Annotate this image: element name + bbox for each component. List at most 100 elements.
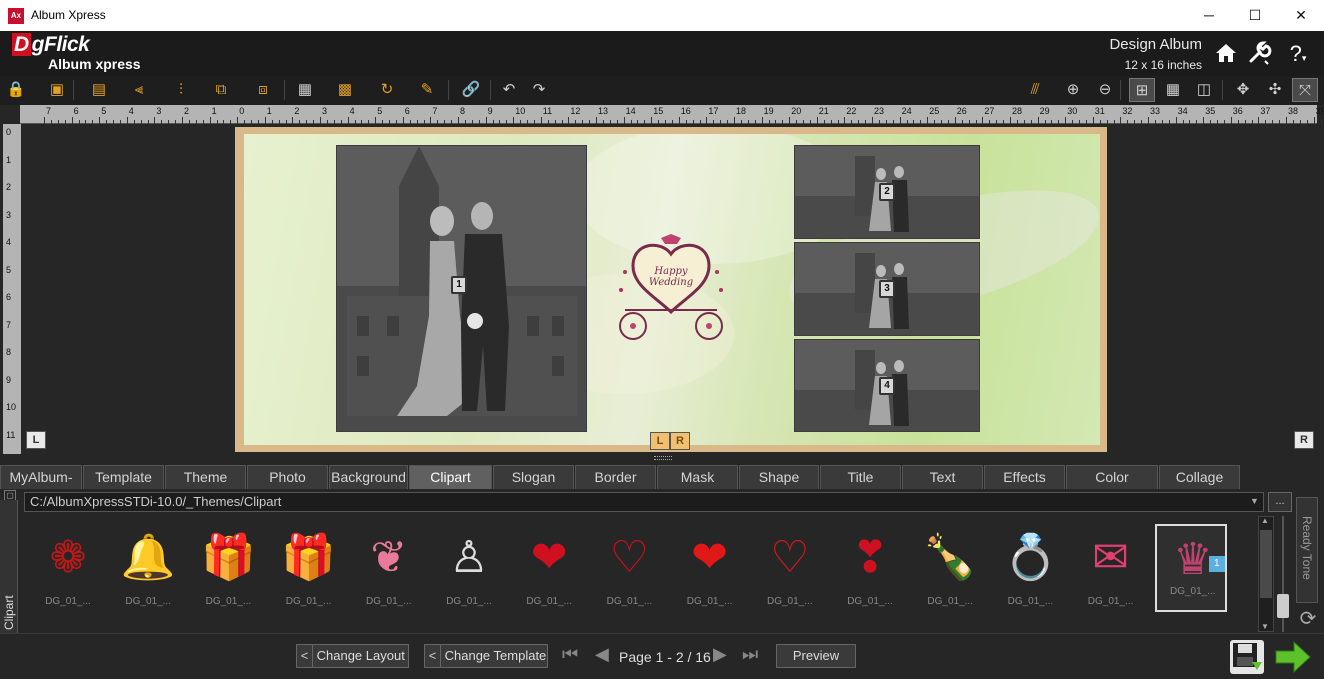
clipart-thumb[interactable]: ✉ DG_01_... [1075,524,1147,612]
clipart-thumb[interactable]: 🎁 DG_01_... [273,524,345,612]
chevron-left-icon: < [425,645,441,667]
tab-myalbum-001[interactable]: MyAlbum-001 [0,465,82,508]
maximize-button[interactable]: ☐ [1232,0,1278,31]
refresh-icon[interactable]: ⟳ [1296,606,1320,630]
clipart-thumb[interactable]: 💍 DG_01_... [994,524,1066,612]
clipart-thumb[interactable]: ♙ DG_01_... [433,524,505,612]
scroll-down-icon[interactable]: ▼ [1261,622,1269,631]
clipart-thumb[interactable]: ♡ DG_01_... [593,524,665,612]
clipart-thumb[interactable]: ♛ DG_01_... 1 [1154,524,1227,612]
layer-icon[interactable]: ▤ [86,78,112,102]
split-view-icon[interactable]: ◫ [1191,78,1217,102]
clipart-thumb[interactable]: ❁ DG_01_... [32,524,104,612]
prev-page-icon[interactable]: ◀ [595,644,609,665]
close-button[interactable]: ✕ [1278,0,1324,31]
tab-effects[interactable]: Effects [984,465,1065,489]
tab-template[interactable]: Template [83,465,164,489]
tab-shape[interactable]: Shape [739,465,819,489]
clipart-text-line1: Happy [654,266,688,277]
group-icon[interactable]: ⧉ [208,78,234,102]
scroll-up-icon[interactable]: ▲ [1261,516,1269,525]
guides-icon[interactable]: ⊞ [1129,78,1155,102]
tab-collage[interactable]: Collage [1159,465,1240,489]
zoom-out-icon[interactable]: ⊖ [1092,78,1118,102]
settings-wrench-icon[interactable] [1245,40,1273,68]
tab-slogan[interactable]: Slogan [493,465,574,489]
ruler-tick [264,117,266,124]
photo-slot-2[interactable]: 2 [794,145,980,239]
align-center-icon[interactable]: ⫶ [168,78,194,102]
ungroup-icon[interactable]: ⧈ [250,78,276,102]
change-layout-button[interactable]: < Change Layout [296,644,409,668]
clipart-thumb[interactable]: ♡ DG_01_... [754,524,826,612]
photo-slot-1[interactable]: 1 [336,145,587,432]
tab-mask[interactable]: Mask [657,465,738,489]
ruler-tick [844,117,846,124]
edit-pen-icon[interactable]: ✎ [414,78,440,102]
ruler-tick [568,117,570,124]
right-page-toggle[interactable]: R [670,432,690,450]
ready-tone-button[interactable]: Ready Tone [1296,497,1318,603]
tab-clipart[interactable]: Clipart [409,465,492,489]
clipart-thumb[interactable]: ❤ DG_01_... [674,524,746,612]
lock-icon[interactable]: 🔒 [3,78,29,102]
left-page-toggle[interactable]: L [650,432,670,450]
undo-icon[interactable]: ↶ [496,78,522,102]
help-icon[interactable]: ?▾ [1284,40,1312,68]
rotate-icon[interactable]: ↻ [374,78,400,102]
preview-button[interactable]: Preview [776,644,856,668]
slider-handle[interactable] [1277,594,1289,618]
right-page-marker[interactable]: R [1294,431,1314,449]
next-row-peek [24,624,1254,632]
wedding-carriage-clipart[interactable]: Happy Wedding [605,232,737,344]
clipart-thumb[interactable]: ❣ DG_01_... [834,524,906,612]
redo-icon[interactable]: ↷ [526,78,552,102]
brand-logo-mark: D [12,33,31,56]
tab-border[interactable]: Border [575,465,656,489]
ruler-label: 8 [460,106,466,116]
tile-icon[interactable]: ▩ [332,78,358,102]
clipart-thumb[interactable]: 🔔 DG_01_... [112,524,184,612]
browse-folder-button[interactable]: ... [1268,492,1292,512]
tab-title[interactable]: Title [820,465,901,489]
first-page-icon[interactable]: ⏮ [562,644,578,665]
tab-background[interactable]: Background [329,465,408,489]
home-icon[interactable] [1212,40,1240,68]
clipart-thumb[interactable]: ❦ DG_01_... [353,524,425,612]
zoom-in-icon[interactable]: ⊕ [1060,78,1086,102]
align-left-icon[interactable]: ⫷ [126,78,152,102]
grid-layout-icon[interactable]: ▦ [292,78,318,102]
next-step-arrow-icon[interactable] [1274,640,1312,674]
thumbnail-size-slider[interactable] [1276,516,1290,632]
save-icon[interactable] [1230,640,1264,674]
photo-slot-3[interactable]: 3 [794,242,980,336]
left-page-marker[interactable]: L [26,431,46,449]
tab-theme[interactable]: Theme [165,465,246,489]
clipart-thumb[interactable]: ❤ DG_01_... [513,524,585,612]
clipart-thumb[interactable]: 🎁 DG_01_... [192,524,264,612]
fit-icon[interactable]: ⤧ [1292,78,1318,102]
scrollbar-thumb[interactable] [1260,530,1272,598]
clipart-thumb[interactable]: 🍾 DG_01_... [914,524,986,612]
ruler-tick [44,117,45,124]
clipart-path-field[interactable]: C:/AlbumXpressSTDi-10.0/_Themes/Clipart [24,492,1264,512]
link-icon[interactable]: 🔗 [458,78,484,102]
tab-color-correction[interactable]: Color correction [1066,465,1158,508]
bring-forward-icon[interactable]: ▣ [44,78,70,102]
center-icon[interactable]: ✣ [1262,78,1288,102]
move-icon[interactable]: ✥ [1230,78,1256,102]
change-template-button[interactable]: < Change Template [424,644,548,668]
path-dropdown-icon[interactable]: ▼ [1250,496,1259,506]
tab-photo[interactable]: Photo [247,465,328,489]
panel-resize-handle[interactable] [654,456,672,460]
photo-slot-4[interactable]: 4 [794,339,980,432]
align-bottom-icon[interactable]: ⫻ [1022,78,1048,102]
toolbar-divider [73,80,74,100]
grid-icon[interactable]: ▦ [1160,78,1186,102]
minimize-button[interactable]: ─ [1186,0,1232,31]
next-page-icon[interactable]: ▶ [713,644,727,665]
last-page-icon[interactable]: ⏭ [742,644,758,665]
vertical-ruler: 0 1 2 3 4 5 6 7 8 9 10 11 [3,124,21,454]
tab-text[interactable]: Text [902,465,983,489]
ruler-tick [872,117,873,124]
